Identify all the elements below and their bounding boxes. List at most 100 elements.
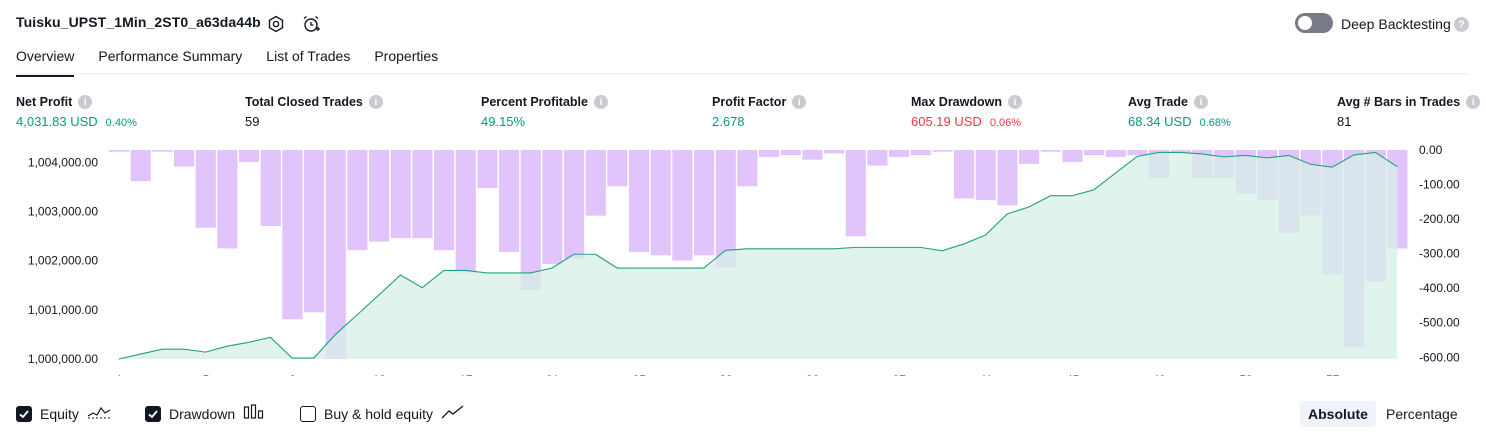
metric-label: Avg # Bars in Trades xyxy=(1337,95,1461,109)
settings-icon[interactable] xyxy=(266,14,286,34)
metric-label: Avg Trade xyxy=(1128,95,1188,109)
deep-backtesting-label: Deep Backtesting xyxy=(1341,16,1451,32)
drawdown-bar xyxy=(304,150,325,313)
right-axis-tick: 0.00 xyxy=(1419,143,1443,157)
info-icon[interactable]: i xyxy=(593,95,608,109)
metric-value: 605.19 USD xyxy=(911,114,982,129)
metric-percent-profitable: Percent Profitable i 49.15% xyxy=(481,94,608,129)
drawdown-bar xyxy=(369,150,390,242)
legend-label: Equity xyxy=(40,405,79,422)
info-icon[interactable]: i xyxy=(1193,95,1208,109)
drawdown-bar xyxy=(694,150,715,256)
drawdown-bar xyxy=(954,150,975,199)
absolute-button[interactable]: Absolute xyxy=(1300,401,1376,427)
drawdown-bar xyxy=(1019,150,1040,164)
legend-label: Drawdown xyxy=(169,405,236,422)
x-axis-tick: 13 xyxy=(373,373,387,376)
legend-buy-hold[interactable]: Buy & hold equity xyxy=(300,404,465,423)
drawdown-bar xyxy=(1127,150,1148,156)
metric-value: 81 xyxy=(1337,114,1352,129)
info-icon[interactable]: i xyxy=(78,95,93,109)
drawdown-bar xyxy=(217,150,238,249)
right-axis-tick: -100.00 xyxy=(1419,178,1460,192)
drawdown-bar xyxy=(412,150,433,239)
drawdown-bar xyxy=(889,150,910,157)
drawdown-bar xyxy=(802,150,823,160)
drawdown-bar xyxy=(759,150,780,157)
x-axis-tick: 5 xyxy=(203,373,210,376)
metric-label: Percent Profitable xyxy=(481,95,588,109)
drawdown-bar xyxy=(477,150,498,188)
drawdown-bar xyxy=(1084,150,1105,156)
drawdown-bar xyxy=(109,150,130,152)
metric-percent: 0.40% xyxy=(105,117,137,129)
left-axis-tick: 1,001,000.00 xyxy=(28,303,98,317)
equity-drawdown-chart[interactable]: 1,000,000.00 1,001,000.00 1,002,000.00 1,00… xyxy=(0,140,1486,376)
right-axis: 0.00 -100.00 -200.00 -300.00 -400.00 -500.00 -… xyxy=(1419,143,1460,364)
drawdown-bar xyxy=(542,150,563,264)
metric-label: Total Closed Trades xyxy=(245,95,363,109)
legend-drawdown[interactable]: Drawdown xyxy=(145,404,265,423)
checkbox-drawdown[interactable] xyxy=(145,405,161,422)
drawdown-bar xyxy=(585,150,606,216)
trend-line-icon xyxy=(441,404,465,423)
drawdown-bar xyxy=(824,150,845,154)
x-axis-tick: 37 xyxy=(893,373,907,376)
legend-equity[interactable]: Equity xyxy=(16,404,111,423)
tab-list-of-trades[interactable]: List of Trades xyxy=(266,48,350,74)
metric-max-drawdown: Max Drawdown i 605.19 USD 0.06% xyxy=(911,94,1022,129)
checkbox-buy-hold[interactable] xyxy=(300,405,316,422)
metric-value: 4,031.83 USD xyxy=(16,114,98,129)
drawdown-bar xyxy=(845,150,866,237)
right-axis-tick: -400.00 xyxy=(1419,281,1460,295)
help-icon[interactable]: ? xyxy=(1454,17,1469,32)
drawdown-bar xyxy=(629,150,650,252)
x-axis-tick: 1 xyxy=(116,373,123,376)
tab-properties[interactable]: Properties xyxy=(374,48,438,74)
drawdown-bar xyxy=(975,150,996,201)
x-axis-tick: 9 xyxy=(289,373,296,376)
left-axis-tick: 1,000,000.00 xyxy=(28,352,98,366)
metric-value: 49.15% xyxy=(481,114,526,129)
drawdown-bar xyxy=(607,150,628,187)
info-icon[interactable]: i xyxy=(792,95,807,109)
info-icon[interactable]: i xyxy=(368,95,383,109)
metric-label: Net Profit xyxy=(16,95,73,109)
drawdown-bar xyxy=(997,150,1018,206)
metric-value: 2.678 xyxy=(712,114,745,129)
drawdown-bar xyxy=(130,150,151,182)
alarm-add-icon[interactable] xyxy=(300,13,322,35)
x-axis-tick: 33 xyxy=(806,373,820,376)
metric-percent: 0.06% xyxy=(989,117,1022,129)
x-axis-tick: 41 xyxy=(979,373,993,376)
x-axis: 1 5 9 13 17 21 25 29 33 37 41 45 49 53 57 xyxy=(116,373,1340,376)
right-axis-tick: -300.00 xyxy=(1419,247,1460,261)
x-axis-tick: 25 xyxy=(633,373,647,376)
drawdown-bar xyxy=(737,150,758,187)
drawdown-bar xyxy=(520,150,541,290)
left-axis-tick: 1,004,000.00 xyxy=(28,155,98,169)
metric-percent: 0.68% xyxy=(1199,117,1231,129)
checkbox-equity[interactable] xyxy=(16,405,32,422)
percentage-button[interactable]: Percentage xyxy=(1378,401,1466,427)
drawdown-bar xyxy=(455,150,476,273)
metric-avg-trade: Avg Trade i 68.34 USD 0.68% xyxy=(1128,94,1231,129)
drawdown-bar xyxy=(239,150,260,163)
x-axis-tick: 53 xyxy=(1239,373,1253,376)
x-axis-tick: 45 xyxy=(1066,373,1080,376)
legend-label: Buy & hold equity xyxy=(324,405,433,422)
tab-performance-summary[interactable]: Performance Summary xyxy=(98,48,242,74)
drawdown-bar xyxy=(195,150,216,228)
deep-backtesting-toggle[interactable] xyxy=(1295,13,1333,33)
bars-icon xyxy=(243,404,265,423)
drawdown-bar xyxy=(347,150,368,251)
info-icon[interactable]: i xyxy=(1008,95,1022,109)
left-axis: 1,000,000.00 1,001,000.00 1,002,000.00 1,00… xyxy=(28,155,98,366)
x-axis-tick: 17 xyxy=(459,373,473,376)
drawdown-bar xyxy=(650,150,671,256)
drawdown-bar xyxy=(390,150,411,239)
metric-label: Profit Factor xyxy=(712,95,787,109)
x-axis-tick: 49 xyxy=(1153,373,1167,376)
drawdown-bar xyxy=(1062,150,1083,163)
info-icon[interactable]: i xyxy=(1466,95,1481,109)
